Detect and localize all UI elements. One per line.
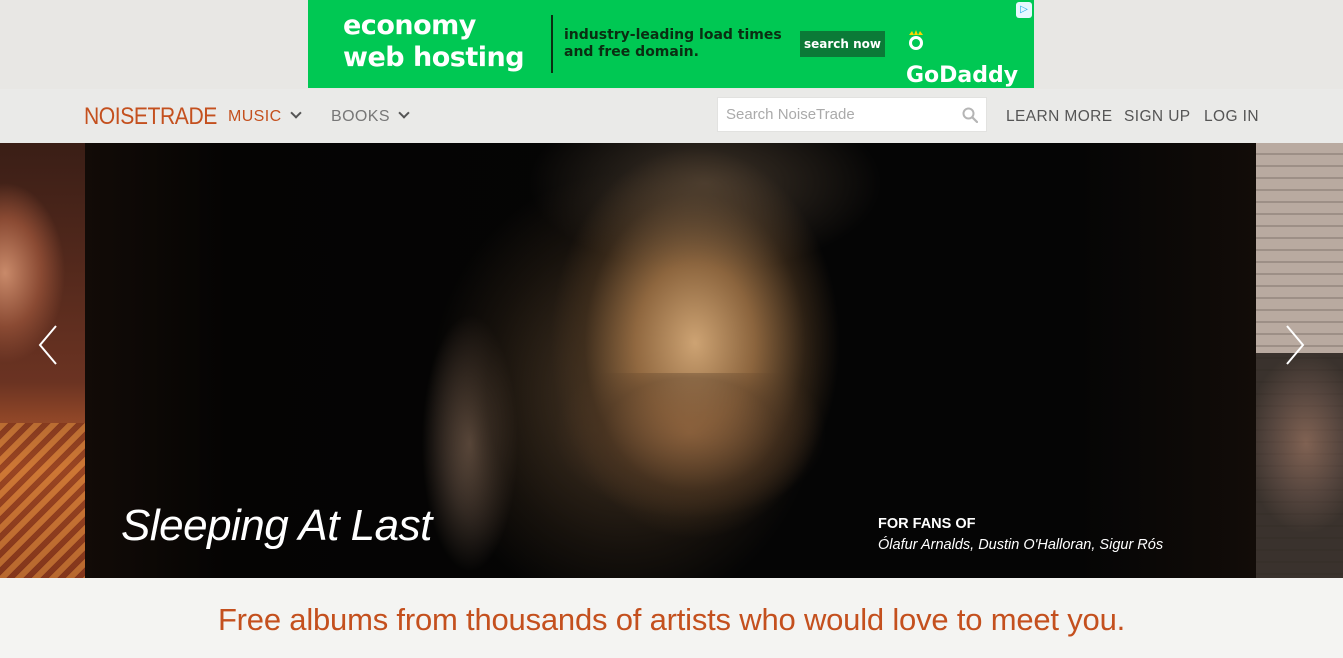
ad-choices-icon[interactable]: ▷ <box>1016 2 1032 18</box>
chevron-left-icon <box>38 325 57 365</box>
nav-books-menu[interactable]: BOOKS <box>331 107 410 127</box>
ad-divider <box>551 15 553 73</box>
ad-headline: economy web hosting <box>343 10 525 74</box>
ad-brand-logo: GoDaddy <box>906 30 1034 88</box>
chevron-down-icon <box>398 107 410 119</box>
carousel-prev-button[interactable] <box>34 323 64 367</box>
nav-music-menu[interactable]: MUSIC <box>228 107 302 127</box>
noisetrade-logo[interactable]: NOISETRADE <box>84 103 217 131</box>
nav-music-label: MUSIC <box>228 108 282 125</box>
tagline-section: Free albums from thousands of artists wh… <box>0 578 1343 658</box>
ad-search-now-button[interactable]: search now <box>800 31 885 57</box>
for-fans-of-label: FOR FANS OF <box>878 516 976 532</box>
nav-books-label: BOOKS <box>331 108 390 125</box>
godaddy-icon <box>906 30 926 60</box>
slide-photo-detail <box>495 143 915 303</box>
chevron-down-icon <box>289 107 302 119</box>
ad-brand-name: GoDaddy <box>906 63 1019 88</box>
carousel-next-button[interactable] <box>1279 323 1309 367</box>
site-tagline: Free albums from thousands of artists wh… <box>217 602 1126 637</box>
search-icon[interactable] <box>962 107 979 124</box>
ad-headline-line1: economy <box>343 10 476 41</box>
ad-tagline: industry-leading load times and free dom… <box>564 27 782 60</box>
main-nav: NOISETRADE MUSIC BOOKS LEARN MORE SIGN U… <box>0 89 1343 143</box>
hero-carousel: Sleeping At Last FOR FANS OF Ólafur Arna… <box>0 143 1343 578</box>
sign-up-link[interactable]: SIGN UP <box>1124 108 1191 126</box>
search-input[interactable] <box>718 98 948 131</box>
learn-more-link[interactable]: LEARN MORE <box>1006 108 1113 126</box>
log-in-link[interactable]: LOG IN <box>1204 108 1259 126</box>
ad-headline-line2: web hosting <box>343 42 525 73</box>
chevron-right-icon <box>1286 325 1305 365</box>
ad-band: economy web hosting industry-leading loa… <box>0 0 1343 89</box>
for-fans-of-artists: Ólafur Arnalds, Dustin O'Halloran, Sigur… <box>878 537 1164 553</box>
search-box <box>717 97 987 132</box>
featured-artist-name[interactable]: Sleeping At Last <box>121 499 432 553</box>
godaddy-ad-banner[interactable]: economy web hosting industry-leading loa… <box>308 0 1034 88</box>
slide-photo-detail <box>525 373 855 578</box>
